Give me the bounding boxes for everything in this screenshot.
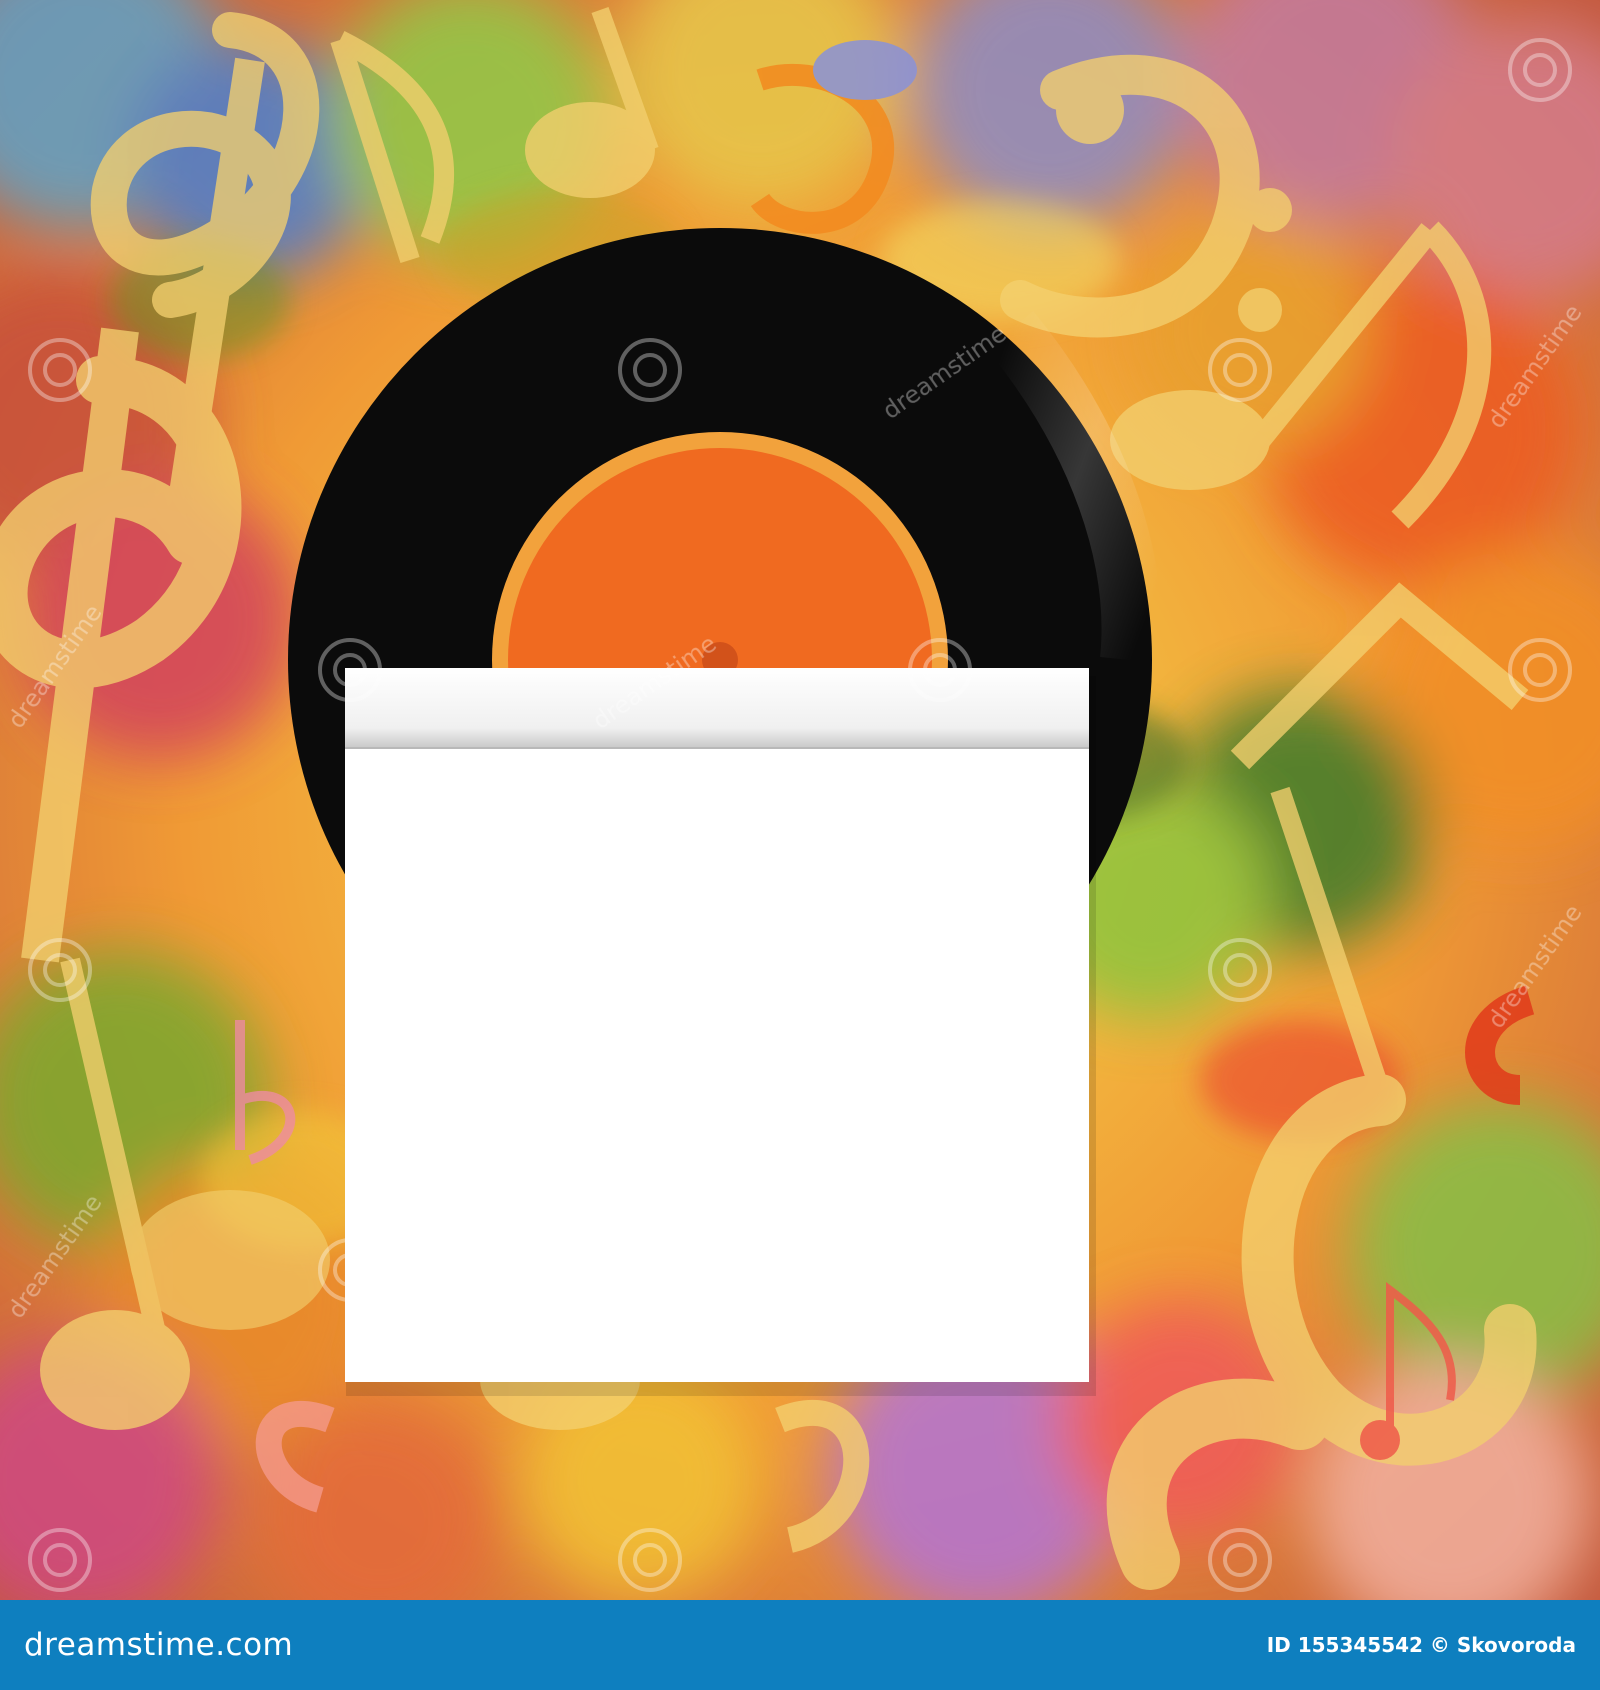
image-credit: ID 155345542 © Skovoroda — [1267, 1600, 1576, 1690]
stock-credit-bar: dreamstime.com ID 155345542 © Skovoroda — [0, 1600, 1600, 1690]
music-background-artwork: dreamstime dreamstime dreamstime dreamst… — [0, 0, 1600, 1600]
sleeve-fold — [345, 668, 1089, 748]
white-sleeve — [345, 668, 1096, 1396]
image-id: ID 155345542 — [1266, 1633, 1423, 1657]
stock-image-page: dreamstime dreamstime dreamstime dreamst… — [0, 0, 1600, 1690]
author-credit: © Skovoroda — [1429, 1633, 1576, 1657]
dreamstime-brand[interactable]: dreamstime.com — [24, 1600, 293, 1690]
sleeve-body — [345, 668, 1089, 1382]
